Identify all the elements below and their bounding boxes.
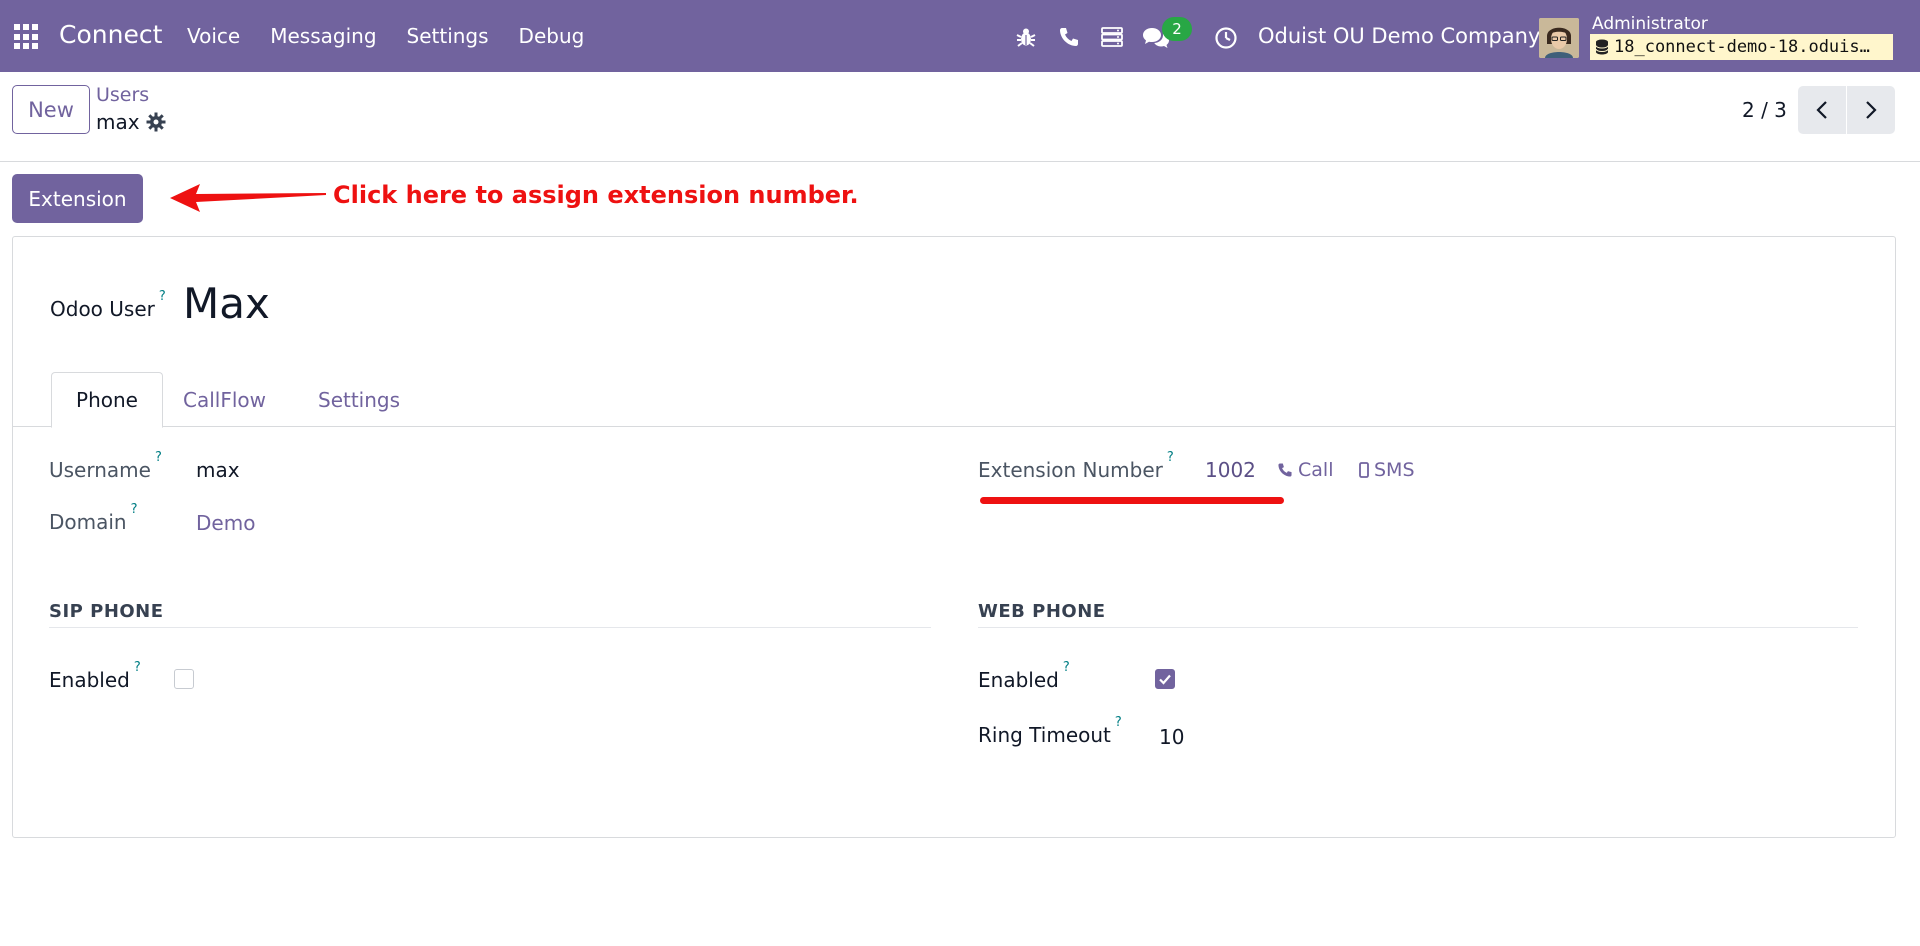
app-brand[interactable]: Connect <box>59 20 162 49</box>
phone-icon[interactable] <box>1058 26 1080 48</box>
user-title-value[interactable]: Max <box>183 279 270 328</box>
server-icon[interactable] <box>1101 27 1123 47</box>
help-tooltip-icon[interactable]: ? <box>131 502 138 517</box>
help-tooltip-icon[interactable]: ? <box>1167 450 1174 465</box>
web-enabled-label-text: Enabled <box>978 668 1059 692</box>
pager-next-button[interactable] <box>1847 86 1895 134</box>
pager-value: 2 / 3 <box>1742 98 1787 122</box>
sip-phone-section-title: SIP PHONE <box>49 601 164 622</box>
web-phone-section-title: WEB PHONE <box>978 601 1106 622</box>
breadcrumb-current: max <box>96 110 140 134</box>
chevron-right-icon <box>1866 101 1877 119</box>
annotation-arrow-icon <box>170 184 326 212</box>
database-icon <box>1595 39 1609 55</box>
tab-callflow[interactable]: CallFlow <box>183 372 266 428</box>
call-link[interactable]: Call <box>1277 459 1333 481</box>
domain-value-link[interactable]: Demo <box>196 511 255 535</box>
sms-link-text: SMS <box>1374 459 1415 481</box>
control-panel: New Users max 2 / 3 <box>0 72 1920 162</box>
extension-number-value[interactable]: 1002 <box>1205 458 1256 482</box>
gear-icon[interactable] <box>146 112 166 132</box>
tab-settings[interactable]: Settings <box>318 372 400 428</box>
activity-clock-icon[interactable] <box>1214 26 1238 50</box>
ring-timeout-label-text: Ring Timeout <box>978 723 1111 747</box>
pager-previous-button[interactable] <box>1798 86 1846 134</box>
call-link-text: Call <box>1298 459 1334 481</box>
extension-number-label: Extension Number? <box>978 450 1174 482</box>
odoo-user-label-text: Odoo User <box>50 297 155 321</box>
user-avatar[interactable] <box>1539 18 1579 58</box>
bug-icon[interactable] <box>1015 26 1037 48</box>
apps-menu-icon[interactable] <box>14 24 40 50</box>
mobile-icon <box>1359 462 1369 478</box>
domain-label: Domain? <box>49 502 138 534</box>
new-button[interactable]: New <box>12 85 90 134</box>
annotation-text: Click here to assign extension number. <box>333 181 859 209</box>
ring-timeout-label: Ring Timeout? <box>978 715 1122 747</box>
sms-link[interactable]: SMS <box>1359 459 1415 481</box>
ring-timeout-value[interactable]: 10 <box>1159 725 1184 749</box>
domain-label-text: Domain <box>49 510 127 534</box>
form-tabs: Phone CallFlow Settings <box>13 372 1895 428</box>
breadcrumb-parent-users[interactable]: Users <box>96 84 149 106</box>
sip-enabled-checkbox[interactable] <box>174 669 194 689</box>
main-menu: Voice Messaging Settings Debug <box>172 0 599 72</box>
web-enabled-checkbox[interactable] <box>1155 669 1175 689</box>
user-name[interactable]: Administrator <box>1592 14 1708 34</box>
odoo-user-label: Odoo User? <box>50 289 166 321</box>
menu-item-debug[interactable]: Debug <box>504 0 600 72</box>
sip-enabled-label-text: Enabled <box>49 668 130 692</box>
form-sheet: Odoo User? Max Phone CallFlow Settings <box>12 236 1896 838</box>
menu-item-voice[interactable]: Voice <box>172 0 255 72</box>
menu-item-settings[interactable]: Settings <box>392 0 504 72</box>
phone-icon <box>1278 463 1292 477</box>
sip-enabled-label: Enabled? <box>49 660 141 692</box>
help-tooltip-icon[interactable]: ? <box>1115 715 1122 730</box>
username-label: Username? <box>49 450 162 482</box>
help-tooltip-icon[interactable]: ? <box>159 289 166 304</box>
username-value[interactable]: max <box>196 458 240 482</box>
menu-item-messaging[interactable]: Messaging <box>255 0 391 72</box>
username-label-text: Username <box>49 458 151 482</box>
messages-count-badge: 2 <box>1162 17 1192 41</box>
web-phone-divider <box>978 627 1858 628</box>
web-enabled-label: Enabled? <box>978 660 1070 692</box>
extension-button[interactable]: Extension <box>12 174 143 223</box>
tab-phone[interactable]: Phone <box>51 372 163 428</box>
sip-phone-divider <box>49 627 931 628</box>
help-tooltip-icon[interactable]: ? <box>155 450 162 465</box>
checkmark-icon <box>1159 674 1171 685</box>
extension-number-label-text: Extension Number <box>978 458 1163 482</box>
database-name-text: 18_connect-demo-18.oduis… <box>1614 37 1870 57</box>
top-navbar: Connect Voice Messaging Settings Debug 2… <box>0 0 1920 72</box>
annotation-underline <box>980 497 1284 504</box>
help-tooltip-icon[interactable]: ? <box>134 660 141 675</box>
chevron-left-icon <box>1816 101 1827 119</box>
company-switcher[interactable]: Oduist OU Demo Company <box>1258 24 1540 48</box>
database-name: 18_connect-demo-18.oduis… <box>1590 34 1893 60</box>
help-tooltip-icon[interactable]: ? <box>1063 660 1070 675</box>
